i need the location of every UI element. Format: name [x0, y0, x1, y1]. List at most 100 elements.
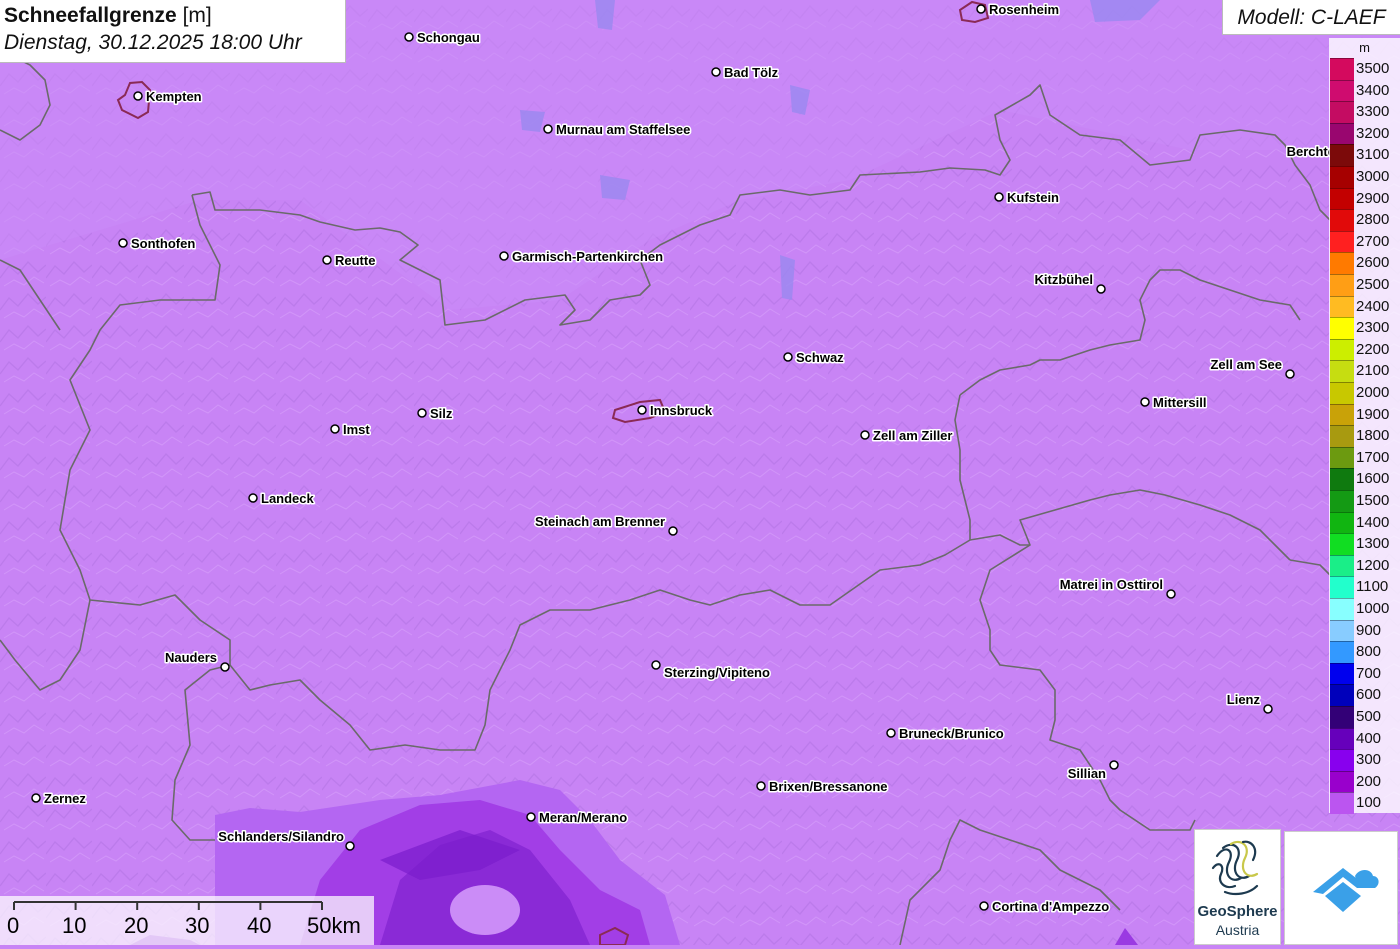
legend-row: 1700	[1329, 446, 1400, 469]
legend-label: 2700	[1356, 232, 1390, 250]
city-label: Murnau am Staffelsee	[556, 122, 690, 137]
legend-label: 300	[1356, 751, 1382, 769]
legend-row: 2700	[1329, 230, 1400, 253]
color-legend: m 3500 3400 3300 3200 3100 3000 2900 2800 2700 26…	[1329, 38, 1400, 814]
city-dot	[220, 662, 230, 672]
legend-row: 2300	[1329, 317, 1400, 339]
legend-label: 1900	[1356, 405, 1390, 423]
legend-label: 2100	[1356, 362, 1390, 380]
legend-label: 1300	[1356, 535, 1390, 553]
city-dot	[637, 405, 647, 415]
legend-swatch	[1330, 122, 1354, 145]
city-label: Garmisch-Partenkirchen	[512, 249, 663, 264]
legend-label: 2800	[1356, 211, 1390, 229]
legend-row: 700	[1329, 662, 1400, 685]
legend-swatch	[1330, 403, 1354, 426]
city-label: Silz	[430, 406, 453, 421]
city-dot	[976, 4, 986, 14]
city-dot	[711, 67, 721, 77]
legend-swatch	[1330, 79, 1354, 102]
city-label: Rosenheim	[989, 2, 1059, 17]
legend-swatch	[1330, 274, 1354, 296]
legend-label: 3400	[1356, 81, 1390, 99]
legend-unit: m	[1359, 40, 1370, 55]
city-dot	[133, 91, 143, 101]
legend-row: 500	[1329, 706, 1400, 728]
legend-row: 1100	[1329, 576, 1400, 598]
legend-label: 1700	[1356, 448, 1390, 466]
snowfall-limit-map: Rosenheim Schongau Bad Tölz Kempten Murnau a…	[0, 0, 1400, 945]
legend-swatch	[1330, 749, 1354, 771]
legend-label: 100	[1356, 794, 1382, 812]
legend-label: 400	[1356, 729, 1382, 747]
city-label: Cortina d'Ampezzo	[992, 899, 1109, 914]
city-marker: Garmisch-Partenkirchen	[499, 248, 665, 266]
legend-label: 1000	[1356, 600, 1390, 617]
city-label: Schlanders/Silandro	[218, 829, 344, 844]
city-dot	[1140, 397, 1150, 407]
legend-swatch	[1330, 684, 1354, 706]
legend-swatch	[1330, 598, 1354, 620]
legend-swatch	[1330, 533, 1354, 555]
legend-label: 2300	[1356, 319, 1390, 337]
city-label: Kempten	[146, 89, 202, 104]
legend-swatch	[1330, 446, 1354, 469]
legend-label: 2600	[1356, 254, 1390, 272]
legend-row: 1800	[1329, 425, 1400, 447]
weather-app-logo[interactable]	[1284, 831, 1398, 945]
city-dot	[499, 251, 509, 261]
city-marker: Sonthofen	[118, 235, 197, 253]
city-dot	[860, 430, 870, 440]
legend-swatch	[1330, 360, 1354, 382]
legend-swatch	[1330, 511, 1354, 534]
city-label: Kitzbühel	[1035, 272, 1094, 287]
legend-row: 3500	[1329, 58, 1400, 80]
legend-row: 2000	[1329, 382, 1400, 404]
legend-swatch	[1330, 166, 1354, 188]
city-marker: Berchte	[1285, 143, 1336, 161]
city-dot	[31, 793, 41, 803]
city-dot	[651, 660, 661, 670]
city-label: Zernez	[44, 791, 86, 806]
geosphere-logo[interactable]: GeoSphere Austria	[1194, 829, 1281, 945]
legend-label: 1100	[1356, 578, 1389, 596]
legend-label: 2500	[1356, 276, 1390, 293]
legend-swatch	[1330, 144, 1354, 166]
city-marker: Cortina d'Ampezzo	[979, 898, 1111, 916]
legend-swatch	[1330, 209, 1354, 231]
city-dot	[979, 901, 989, 911]
map-title: Schneefallgrenze [m]	[4, 2, 345, 29]
legend-row: 1400	[1329, 511, 1400, 534]
legend-label: 1200	[1356, 556, 1390, 574]
city-label: Meran/Merano	[539, 810, 627, 825]
city-dot	[248, 493, 258, 503]
scale-label: 40	[247, 913, 272, 938]
city-dot	[404, 32, 414, 42]
legend-label: 2000	[1356, 384, 1390, 401]
city-label: Schwaz	[796, 350, 844, 365]
legend-row: 1200	[1329, 554, 1400, 577]
legend-row: 3100	[1329, 144, 1400, 166]
legend-label: 1500	[1356, 492, 1390, 509]
city-label: Reutte	[335, 253, 375, 268]
city-marker: Meran/Merano	[526, 809, 629, 827]
city-dot	[543, 124, 553, 134]
scale-label: 20	[124, 913, 149, 938]
legend-swatch	[1330, 230, 1354, 253]
legend-label: 3200	[1356, 124, 1390, 142]
scale-label: 0	[7, 913, 20, 938]
map-title-text: Schneefallgrenze	[4, 4, 177, 27]
city-label: Sonthofen	[131, 236, 195, 251]
legend-label: 1600	[1356, 470, 1390, 488]
city-marker: Zell am Ziller	[860, 427, 954, 445]
city-dot	[1285, 369, 1295, 379]
legend-label: 3300	[1356, 103, 1390, 121]
scale-label: 10	[62, 913, 87, 938]
legend-swatch	[1330, 662, 1354, 685]
legend-label: 3500	[1356, 60, 1390, 77]
legend-row: 3400	[1329, 79, 1400, 102]
legend-swatch	[1330, 792, 1354, 814]
legend-row: 1900	[1329, 403, 1400, 426]
scale-bar: 0 10 20 30 40 50km	[0, 896, 374, 945]
legend-swatch	[1330, 317, 1354, 339]
